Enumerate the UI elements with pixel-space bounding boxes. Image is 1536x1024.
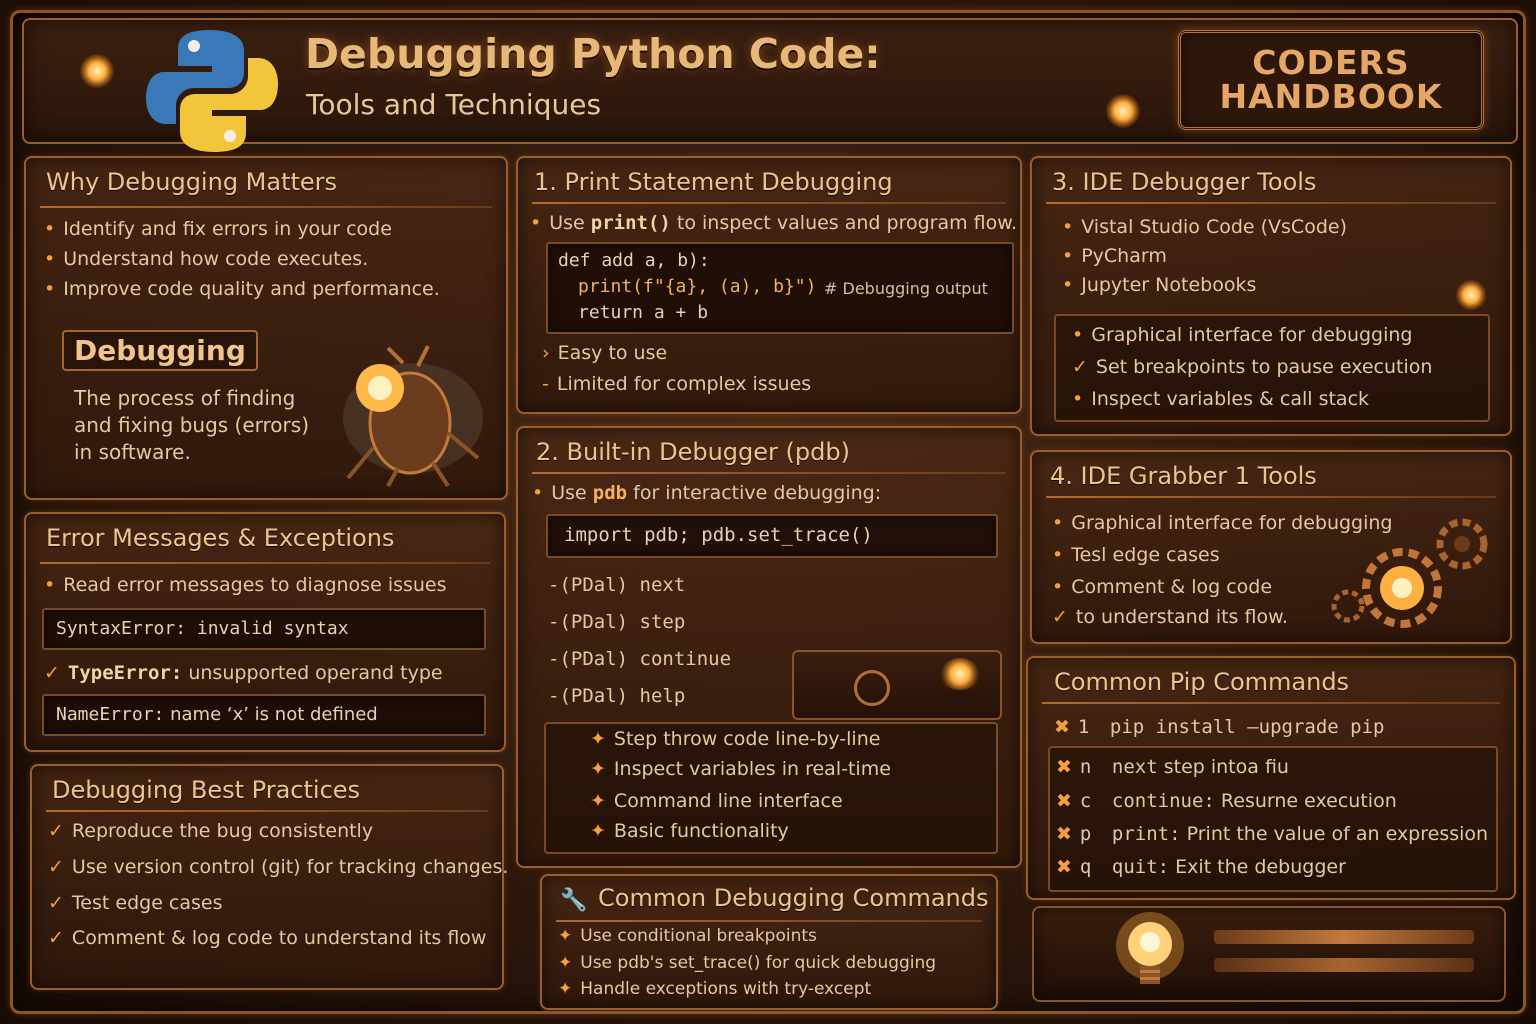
definition-label: Debugging [62, 330, 258, 371]
pdb-command: -(PDal) next [548, 574, 686, 596]
list-item: • Read error messages to diagnose issues [44, 574, 447, 596]
lamp-icon [1456, 280, 1486, 310]
pip-rows-box: ✖ n next step intoa fiu ✖ c continue: Resurn… [1048, 746, 1498, 892]
lamp-icon [80, 54, 114, 88]
code-block: def add a, b): print(f"{a}, (a), b}") # … [546, 242, 1014, 334]
gears-icon [1331, 518, 1488, 628]
divider [1046, 202, 1496, 204]
brand-line-2: HANDBOOK [1219, 77, 1443, 116]
list-item: ✓ Comment & log code to understand its fl… [48, 927, 487, 949]
list-item: • PyCharm [1062, 245, 1167, 267]
panel-title: 2. Built-in Debugger (pdb) [536, 438, 850, 466]
list-item: • Improve code quality and performance. [44, 278, 440, 300]
list-item: • Tesl edge cases [1052, 544, 1220, 566]
definition-line: The process of finding [74, 386, 296, 410]
panel-ide-tools: 3. IDE Debugger Tools • Vistal Studio Cod… [1030, 156, 1512, 436]
list-item: ✓ Test edge cases [48, 892, 223, 914]
definition-line: in software. [74, 440, 191, 464]
panel-ide-grabber: 4. IDE Grabber 1 Tools • Graphical interf… [1030, 450, 1512, 644]
pdb-command: -(PDal) help [548, 685, 686, 707]
divider [1046, 496, 1496, 498]
divider [556, 920, 982, 922]
panel-title: Debugging Best Practices [52, 776, 361, 804]
list-item: ✓ Reproduce the bug consistently [48, 820, 374, 842]
panel-title: Common Debugging Commands [598, 884, 989, 912]
list-item: ✦ Handle exceptions with try-except [558, 979, 872, 999]
pdb-features: ✦ Step throw code line-by-line ✦ Inspect v… [544, 722, 998, 854]
panel-title: Why Debugging Matters [46, 168, 338, 196]
python-logo-icon [146, 30, 278, 152]
list-item: • Jupyter Notebooks [1062, 274, 1257, 296]
list-item: • Inspect variables & call stack [1072, 388, 1370, 410]
panel-title: 4. IDE Grabber 1 Tools [1050, 462, 1317, 490]
intro-line: • Use pdb for interactive debugging: [532, 482, 882, 504]
panel-pip-commands: Common Pip Commands ✖ 1 pip install —upgra… [1026, 656, 1516, 900]
panel-error-messages: Error Messages & Exceptions • Read error … [24, 512, 506, 752]
list-item: ✦ Command line interface [590, 790, 843, 812]
name-error-box: NameError: name ‘x’ is not defined [42, 694, 486, 736]
panel-print-debugging: 1. Print Statement Debugging • Use print(… [516, 156, 1022, 414]
code-block: import pdb; pdb.set_trace() [546, 514, 998, 558]
divider [40, 562, 490, 564]
list-item: • Identify and fix errors in your code [44, 218, 392, 240]
list-item: ✦ Basic functionality [590, 820, 789, 842]
divider [1042, 702, 1500, 704]
wrench-icon: 🔧 [560, 888, 588, 913]
con-item: - Limited for complex issues [542, 373, 812, 395]
pdb-command: -(PDal) continue [548, 648, 732, 670]
light-bulb-icon [1116, 912, 1184, 984]
panel-title: Common Pip Commands [1054, 668, 1350, 696]
panel-title: 3. IDE Debugger Tools [1052, 168, 1317, 196]
type-error-line: ✓ TypeError: unsupported operand type [44, 662, 443, 684]
machine-panel [1032, 906, 1506, 1002]
panel-common-commands: 🔧 Common Debugging Commands ✦ Use conditi… [540, 874, 998, 1010]
panel-pdb: 2. Built-in Debugger (pdb) • Use pdb for … [516, 426, 1022, 868]
list-item: ✓ to understand its flow. [1052, 606, 1288, 628]
brand-badge: CODERS HANDBOOK [1178, 30, 1484, 130]
control-panel-icon [792, 650, 1002, 720]
list-item: ✦ Use conditional breakpoints [558, 926, 817, 946]
panel-best-practices: Debugging Best Practices ✓ Reproduce the … [30, 764, 508, 990]
pip-row: ✖ 1 pip install —upgrade pip [1054, 716, 1385, 738]
intro-line: • Use print() to inspect values and progr… [530, 212, 1018, 234]
pro-item: › Easy to use [542, 342, 668, 364]
divider [532, 472, 1006, 474]
brand-line-1: CODERS [1252, 43, 1410, 82]
list-item: • Graphical interface for debugging [1072, 324, 1413, 346]
page-title: Debugging Python Code: [305, 30, 881, 78]
lamp-icon [1106, 94, 1140, 128]
page-subtitle: Tools and Techniques [306, 88, 602, 121]
syntax-error-box: SyntaxError: invalid syntax [42, 608, 486, 650]
list-item: • Vistal Studio Code (VsCode) [1062, 216, 1347, 238]
bug-robot-icon [343, 345, 483, 488]
list-item: ✓ Use version control (git) for tracking … [48, 856, 509, 878]
pdb-command: -(PDal) step [548, 611, 686, 633]
pip-row: ✖ c continue: Resurne execution [1056, 790, 1397, 812]
divider [532, 202, 1006, 204]
list-item: • Comment & log code [1052, 576, 1273, 598]
list-item: ✦ Step throw code line-by-line [590, 728, 881, 750]
pip-row: ✖ n next step intoa fiu [1056, 756, 1289, 778]
pip-row: ✖ q quit: Exit the debugger [1056, 856, 1346, 878]
list-item: ✓ Set breakpoints to pause execution [1072, 356, 1433, 378]
list-item: ✦ Inspect variables in real-time [590, 758, 891, 780]
pip-row: ✖ p print: Print the value of an expressio… [1056, 823, 1489, 845]
ide-features: • Graphical interface for debugging ✓ Set … [1054, 314, 1490, 422]
divider [46, 810, 488, 812]
panel-title: 1. Print Statement Debugging [534, 168, 893, 196]
list-item: • Understand how code executes. [44, 248, 369, 270]
panel-title: Error Messages & Exceptions [46, 524, 395, 552]
list-item: ✦ Use pdb's set_trace() for quick debuggi… [558, 953, 937, 973]
definition-line: and fixing bugs (errors) [74, 413, 309, 437]
panel-why-debugging: Why Debugging Matters • Identify and fix … [24, 156, 508, 500]
divider [40, 206, 492, 208]
